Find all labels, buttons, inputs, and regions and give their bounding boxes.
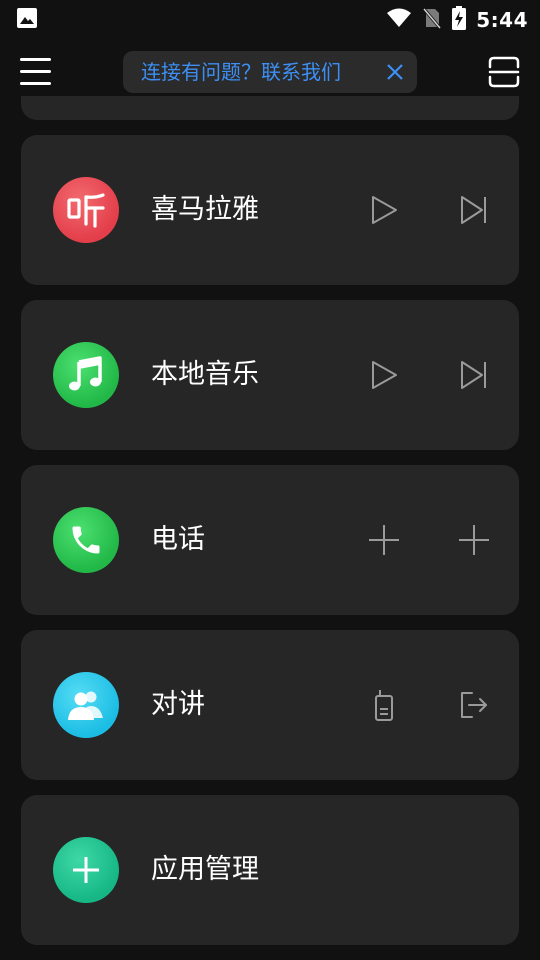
- top-bar: 连接有问题？联系我们: [0, 44, 540, 102]
- ximalaya-ting-icon[interactable]: [53, 177, 119, 243]
- music-note-icon[interactable]: [53, 342, 119, 408]
- add-button[interactable]: [366, 522, 402, 558]
- walkie-talkie-icon[interactable]: [366, 687, 402, 723]
- contact-us-link[interactable]: 连接有问题？联系我们: [141, 51, 341, 93]
- app-card-local-music[interactable]: 本地音乐: [21, 300, 519, 450]
- no-sim-icon: [422, 7, 442, 33]
- phone-icon[interactable]: [53, 507, 119, 573]
- app-name: 本地音乐: [151, 359, 259, 390]
- menu-button[interactable]: [20, 58, 52, 86]
- close-icon[interactable]: [385, 62, 405, 82]
- scan-button[interactable]: [488, 56, 520, 88]
- contact-us-banner[interactable]: 连接有问题？联系我们: [123, 51, 417, 93]
- app-name: 喜马拉雅: [151, 194, 259, 225]
- app-name: 应用管理: [151, 854, 259, 885]
- next-track-button[interactable]: [456, 357, 492, 393]
- next-track-button[interactable]: [456, 192, 492, 228]
- battery-charging-icon: [452, 6, 467, 34]
- app-card-intercom[interactable]: 对讲: [21, 630, 519, 780]
- card-partial-top: [21, 96, 519, 120]
- app-name: 对讲: [151, 689, 205, 720]
- exit-icon[interactable]: [456, 687, 492, 723]
- app-card-phone[interactable]: 电话: [21, 465, 519, 615]
- plus-icon[interactable]: [53, 837, 119, 903]
- play-button[interactable]: [366, 192, 402, 228]
- app-card-app-management[interactable]: 应用管理: [21, 795, 519, 945]
- intercom-people-icon[interactable]: [53, 672, 119, 738]
- app-name: 电话: [151, 524, 205, 555]
- gallery-notification-icon: [16, 7, 38, 33]
- wifi-icon: [386, 8, 412, 32]
- play-button[interactable]: [366, 357, 402, 393]
- status-bar: 5:44: [0, 0, 540, 36]
- status-time: 5:44: [476, 8, 528, 32]
- app-card-ximalaya[interactable]: 喜马拉雅: [21, 135, 519, 285]
- add-button[interactable]: [456, 522, 492, 558]
